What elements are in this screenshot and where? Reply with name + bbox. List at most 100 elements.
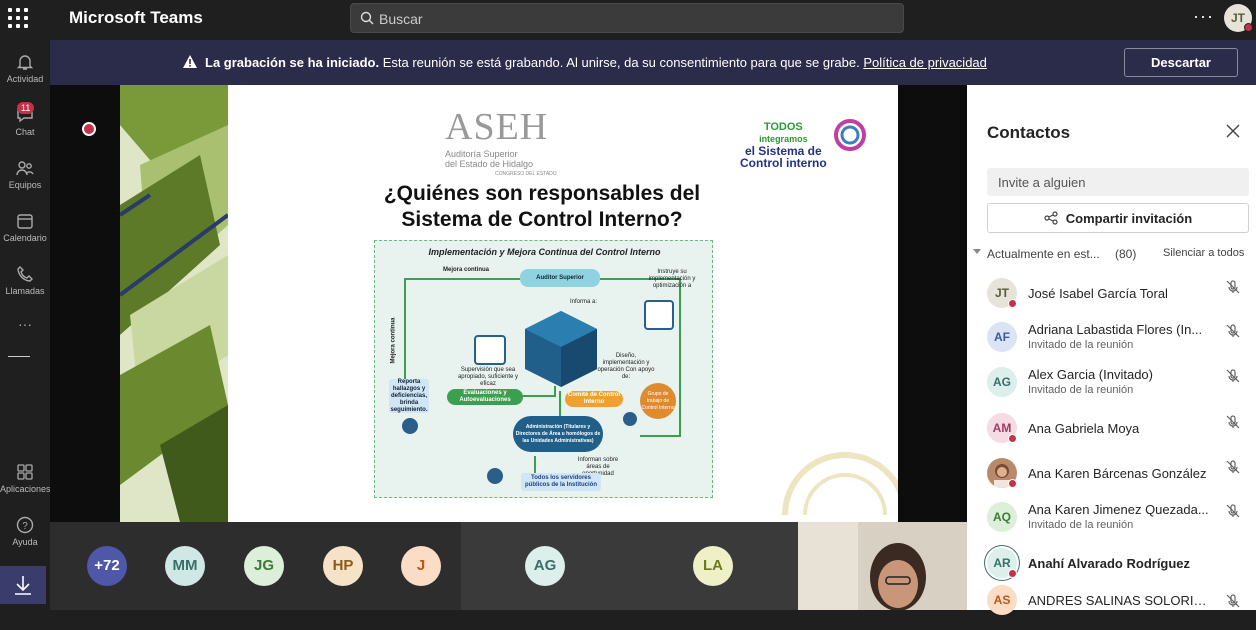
invite-input[interactable] bbox=[987, 168, 1249, 196]
svg-text:?: ? bbox=[22, 521, 28, 532]
participant-row[interactable]: JT José Isabel García Toral bbox=[967, 278, 1256, 323]
rail-item-activity[interactable]: Actividad bbox=[0, 44, 50, 96]
rail-item-calls[interactable]: Llamadas bbox=[0, 256, 50, 308]
panel-title: Contactos bbox=[987, 123, 1071, 142]
participant-name: Ana Karen Jimenez Quezada... bbox=[1028, 502, 1209, 517]
comite-box: Comité de Control Interno bbox=[565, 391, 623, 407]
todos-servidores-box: Todos los servidores públicos de la Inst… bbox=[521, 473, 601, 491]
informa-label: Informa a: bbox=[570, 299, 598, 305]
help-icon: ? bbox=[16, 516, 34, 534]
participant-row[interactable]: AG Alex Garcia (Invitado) Invitado de la… bbox=[967, 367, 1256, 412]
rail-more-icon[interactable]: ··· bbox=[0, 316, 50, 336]
aseh-logo-sub2: del Estado de Hidalgo bbox=[445, 159, 534, 169]
more-options-icon[interactable]: ··· bbox=[1193, 6, 1214, 27]
participant-avatar[interactable]: HP bbox=[323, 546, 363, 586]
shared-slide: ASEH Auditoría Superior del Estado de Hi… bbox=[120, 85, 898, 522]
phone-icon bbox=[17, 266, 33, 282]
share-icon bbox=[1044, 211, 1058, 225]
instruye-label: Instruye su implementación y optimizació… bbox=[648, 269, 696, 289]
participant-avatar[interactable]: LA bbox=[693, 546, 733, 586]
evaluaciones-box: Evaluaciones y Autoevaluaciones bbox=[447, 389, 523, 405]
mic-off-icon[interactable] bbox=[1225, 459, 1241, 475]
mic-off-icon[interactable] bbox=[1225, 414, 1241, 430]
search-icon bbox=[360, 11, 374, 25]
download-button[interactable] bbox=[0, 566, 46, 604]
participant-avatar[interactable]: JG bbox=[244, 546, 284, 586]
participant-row[interactable]: AF Adriana Labastida Flores (In... Invit… bbox=[967, 322, 1256, 367]
rail-item-help[interactable]: ? Ayuda bbox=[0, 507, 50, 559]
mic-off-icon[interactable] bbox=[1225, 593, 1241, 609]
rail-item-calendar[interactable]: Calendario bbox=[0, 203, 50, 255]
calendar-icon bbox=[17, 214, 33, 229]
participant-name: José Isabel García Toral bbox=[1028, 286, 1168, 301]
participant-avatar[interactable]: J bbox=[401, 546, 441, 586]
mic-off-icon[interactable] bbox=[1225, 323, 1241, 339]
mic-off-icon[interactable] bbox=[1225, 368, 1241, 384]
busy-status-icon bbox=[1244, 23, 1253, 32]
share-invitation-button[interactable]: Compartir invitación bbox=[987, 203, 1249, 233]
section-name: Actualmente en est... bbox=[987, 247, 1100, 261]
download-icon bbox=[15, 576, 31, 595]
share-label: Compartir invitación bbox=[1065, 210, 1193, 226]
rail-item-apps[interactable]: Aplicaciones bbox=[0, 454, 50, 506]
slide-watermark bbox=[782, 452, 898, 515]
rail-label: Calendario bbox=[3, 233, 47, 243]
reporta-box: Reporta hallazgos y deficiencias, brinda… bbox=[389, 378, 429, 413]
title-bar: Microsoft Teams ··· JT bbox=[0, 0, 1256, 36]
participant-role: Invitado de la reunión bbox=[1028, 519, 1134, 531]
participant-name: Ana Karen Bárcenas González bbox=[1028, 466, 1207, 481]
avatar: AS bbox=[987, 585, 1017, 615]
participant-name: Adriana Labastida Flores (In... bbox=[1028, 322, 1203, 337]
rail-label: Ayuda bbox=[12, 537, 38, 547]
busy-status-icon bbox=[1008, 569, 1017, 578]
participant-name: ANDRES SALINAS SOLORIO ... bbox=[1028, 593, 1216, 608]
dismiss-button[interactable]: Descartar bbox=[1124, 48, 1238, 77]
search-input[interactable] bbox=[379, 9, 879, 29]
bell-icon bbox=[16, 55, 34, 70]
rail-item-chat[interactable]: Chat 11 bbox=[0, 97, 50, 149]
mejora-continua-label: Mejora continua bbox=[443, 267, 490, 273]
slide-decoration bbox=[120, 85, 228, 522]
rail-label: Llamadas bbox=[5, 286, 45, 296]
mejora-continua-vertical-label: Mejora continua bbox=[390, 317, 397, 364]
aseh-logo-text: ASEH bbox=[445, 106, 549, 148]
aseh-logo-sub3: CONGRESO DEL ESTADO bbox=[495, 171, 557, 177]
mic-off-icon[interactable] bbox=[1225, 279, 1241, 295]
people-circle-icon bbox=[834, 119, 866, 151]
participant-avatar[interactable]: +72 bbox=[87, 546, 127, 586]
camera-feed bbox=[798, 522, 967, 610]
rail-label: Chat bbox=[15, 127, 35, 137]
privacy-policy-link[interactable]: Política de privacidad bbox=[863, 55, 987, 70]
grupo-label: Grupo de trabajo de Control Interno bbox=[641, 391, 675, 411]
app-launcher-icon[interactable] bbox=[8, 8, 28, 28]
participant-avatar[interactable]: AG bbox=[525, 546, 565, 586]
rail-item-teams[interactable]: Equipos bbox=[0, 150, 50, 202]
participant-name: Anahí Alvarado Rodríguez bbox=[1028, 556, 1191, 571]
close-icon[interactable] bbox=[1226, 124, 1240, 138]
aseh-logo-sub1: Auditoría Superior bbox=[445, 149, 518, 159]
mute-all-button[interactable]: Silenciar a todos bbox=[1163, 247, 1244, 259]
app-rail: Actividad Chat 11 Equipos Calendario Lla… bbox=[0, 36, 50, 610]
teams-icon bbox=[16, 161, 34, 176]
logo-line-4: Control interno bbox=[740, 156, 827, 170]
participant-name: Alex Garcia (Invitado) bbox=[1028, 367, 1153, 382]
apps-icon bbox=[17, 464, 33, 480]
participant-row[interactable]: AQ Ana Karen Jimenez Quezada... Invitado… bbox=[967, 502, 1256, 547]
administracion-box: Administración (Titulares y Directores d… bbox=[513, 416, 603, 452]
recording-banner: La grabación se ha iniciado. Esta reunió… bbox=[50, 40, 1256, 85]
section-count: (80) bbox=[1115, 247, 1137, 261]
camera-tile bbox=[798, 522, 967, 610]
mic-off-icon[interactable] bbox=[1225, 503, 1241, 519]
busy-status-icon bbox=[1008, 479, 1017, 488]
participant-role: Invitado de la reunión bbox=[1028, 339, 1134, 351]
participant-avatar[interactable]: MM bbox=[165, 546, 205, 586]
contacts-panel: Contactos Compartir invitación Actualmen… bbox=[967, 85, 1256, 615]
logo-line-1: TODOS bbox=[763, 121, 803, 133]
search-box[interactable] bbox=[350, 3, 904, 33]
recording-message: La grabación se ha iniciado. Esta reunió… bbox=[205, 55, 987, 70]
participant-name: Ana Gabriela Moya bbox=[1028, 421, 1140, 436]
participant-row[interactable]: AS ANDRES SALINAS SOLORIO ... bbox=[967, 585, 1256, 630]
participant-row[interactable]: Ana Karen Bárcenas González bbox=[967, 458, 1256, 503]
recording-indicator-icon bbox=[82, 122, 96, 136]
participant-row[interactable]: AM Ana Gabriela Moya bbox=[967, 413, 1256, 458]
